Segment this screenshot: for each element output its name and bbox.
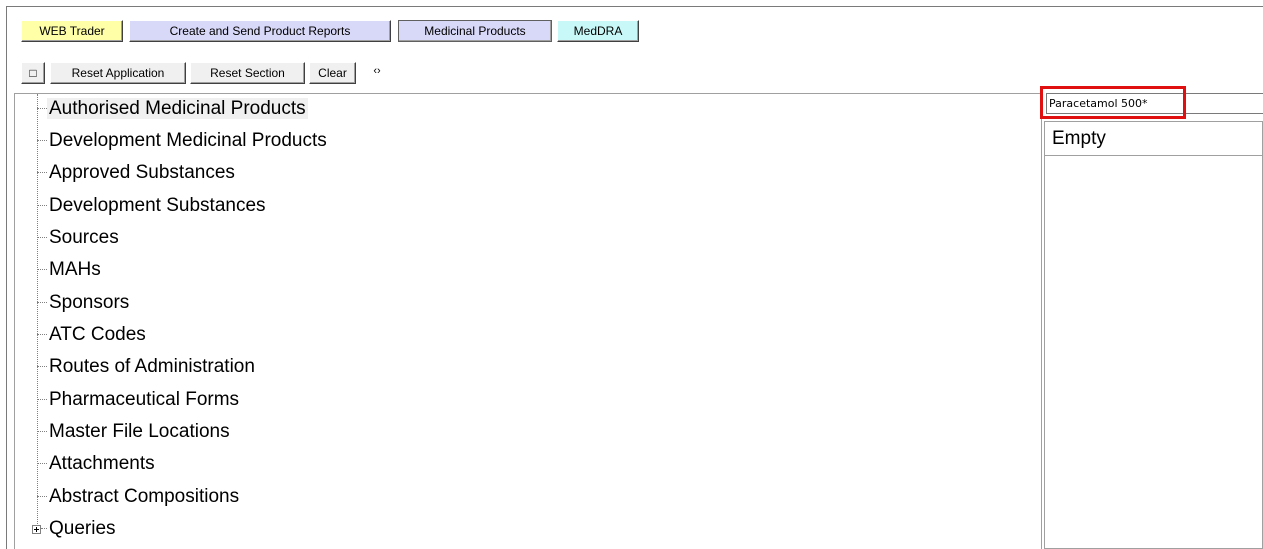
refresh-icon: ‹› (373, 65, 381, 77)
tab-web-trader[interactable]: WEB Trader (21, 20, 123, 42)
tab-meddra[interactable]: MedDRA (557, 20, 639, 42)
tree-item-authorised-medicinal-products[interactable]: Authorised Medicinal Products (37, 94, 308, 124)
tree-item-development-medicinal-products[interactable]: Development Medicinal Products (37, 126, 329, 156)
search-highlight-box (1040, 86, 1186, 119)
refresh-button[interactable]: ‹› (365, 60, 389, 82)
expand-plus-icon[interactable] (32, 525, 41, 534)
tree-item-mahs[interactable]: MAHs (37, 255, 103, 285)
tree-item-approved-substances[interactable]: Approved Substances (37, 158, 237, 188)
clear-button[interactable]: Clear (309, 62, 356, 84)
tree-item-queries[interactable]: Queries (41, 514, 118, 544)
tree-item-sources[interactable]: Sources (37, 223, 121, 253)
tree-item-routes-of-administration[interactable]: Routes of Administration (37, 352, 257, 382)
tree-item-development-substances[interactable]: Development Substances (37, 191, 268, 221)
tree-item-abstract-compositions[interactable]: Abstract Compositions (37, 482, 241, 512)
navigation-tree: Authorised Medicinal Products Developmen… (14, 93, 1042, 549)
reset-section-button[interactable]: Reset Section (190, 62, 305, 84)
tree-item-sponsors[interactable]: Sponsors (37, 288, 131, 318)
checkbox-icon: □ (29, 66, 37, 80)
tree-item-atc-codes[interactable]: ATC Codes (37, 320, 148, 350)
tree-item-master-file-locations[interactable]: Master File Locations (37, 417, 232, 447)
tab-create-send-product-reports[interactable]: Create and Send Product Reports (129, 20, 391, 42)
results-panel: Empty (1044, 121, 1263, 549)
results-header: Empty (1045, 122, 1262, 156)
tab-medicinal-products[interactable]: Medicinal Products (398, 20, 552, 42)
tree-item-pharmaceutical-forms[interactable]: Pharmaceutical Forms (37, 385, 241, 415)
tree-item-attachments[interactable]: Attachments (37, 449, 157, 479)
checkbox-button[interactable]: □ (21, 62, 45, 84)
reset-application-button[interactable]: Reset Application (50, 62, 186, 84)
